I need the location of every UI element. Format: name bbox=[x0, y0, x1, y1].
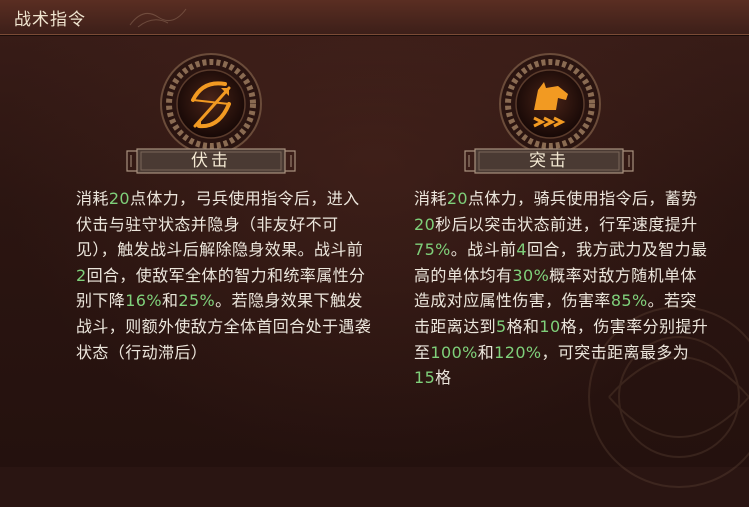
description-text: 和 bbox=[161, 291, 179, 311]
panel-title: 战术指令 bbox=[14, 10, 86, 30]
description-text: 消耗 bbox=[76, 189, 109, 208]
skill-ambush-emblem[interactable] bbox=[159, 52, 263, 156]
highlight-value: 20 bbox=[414, 214, 436, 234]
highlight-value: 4 bbox=[516, 240, 527, 260]
description-text: 。战斗前 bbox=[450, 240, 517, 260]
description-text: 和 bbox=[477, 342, 495, 362]
panel-header: 战术指令 bbox=[0, 0, 749, 35]
skill-charge-banner: 突击 bbox=[461, 145, 637, 177]
description-text: 消耗 bbox=[414, 189, 447, 208]
highlight-value: 10 bbox=[539, 316, 561, 336]
highlight-value: 5 bbox=[496, 316, 507, 336]
skill-ambush-description: 消耗20点体力，弓兵使用指令后，进入伏击与驻守状态并隐身（非友好不可见），触发战… bbox=[76, 186, 372, 365]
description-text: 格 bbox=[435, 368, 452, 388]
description-text: 秒后以突击状态前进，行军速度提升 bbox=[435, 214, 698, 234]
highlight-value: 2 bbox=[76, 265, 87, 285]
horse-head-icon bbox=[499, 53, 601, 155]
skill-ambush-banner: 伏击 bbox=[123, 145, 299, 177]
highlight-value: 16% bbox=[125, 291, 162, 311]
skill-charge-description: 消耗20点体力，骑兵使用指令后，蓄势20秒后以突击状态前进，行军速度提升75%。… bbox=[414, 186, 710, 391]
bow-arrow-icon bbox=[160, 53, 262, 155]
highlight-value: 15 bbox=[414, 368, 436, 388]
highlight-value: 85% bbox=[610, 291, 648, 311]
skill-ambush-title: 伏击 bbox=[191, 151, 231, 171]
highlight-value: 120% bbox=[494, 342, 542, 362]
highlight-value: 20 bbox=[446, 189, 468, 208]
description-text: ，可突击距离最多为 bbox=[541, 342, 690, 362]
skill-charge-emblem[interactable] bbox=[498, 52, 602, 156]
description-text: 点体力，骑兵使用指令后，蓄势 bbox=[467, 189, 698, 208]
header-ornament-icon bbox=[129, 8, 187, 28]
skill-charge-title: 突击 bbox=[529, 151, 569, 171]
highlight-value: 20 bbox=[108, 189, 130, 208]
highlight-value: 100% bbox=[430, 342, 478, 362]
description-text: 格和 bbox=[506, 316, 540, 336]
highlight-value: 30% bbox=[512, 265, 550, 285]
highlight-value: 75% bbox=[414, 240, 451, 260]
highlight-value: 25% bbox=[178, 291, 216, 311]
